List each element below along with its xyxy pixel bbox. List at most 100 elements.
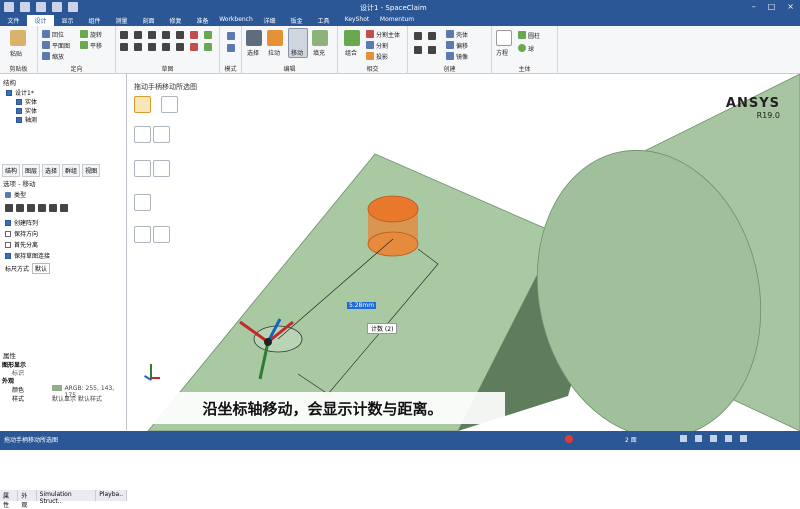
up-to-tool-icon[interactable] [134, 194, 151, 211]
orient-plan[interactable]: 平面图 [52, 41, 70, 50]
plane-icon[interactable] [414, 32, 422, 40]
home-icon[interactable] [42, 30, 50, 38]
menu-measure[interactable]: 测量 [108, 15, 135, 26]
paste-label[interactable]: 粘贴 [10, 49, 22, 58]
move-handle-center[interactable] [264, 338, 272, 346]
select-component-icon[interactable] [161, 96, 178, 113]
option-detach-first[interactable]: 首先分离 [5, 240, 38, 249]
cylinder-bottom[interactable] [367, 231, 419, 257]
tree-item[interactable]: 实体 [6, 106, 37, 115]
menu-repair[interactable]: 修复 [162, 15, 189, 26]
fill-icon[interactable] [312, 30, 328, 46]
menu-facets[interactable]: 刻面 [135, 15, 162, 26]
snap-icon[interactable] [695, 435, 702, 442]
tab-appearance[interactable]: 外观 [18, 490, 37, 509]
tool-sphere[interactable]: 球 [528, 44, 534, 53]
menu-display[interactable]: 显示 [54, 15, 81, 26]
tab-selection[interactable]: 选择 [42, 164, 61, 177]
save-icon[interactable] [36, 2, 46, 12]
undo-icon[interactable] [52, 2, 62, 12]
combine-icon[interactable] [344, 30, 360, 46]
split-body-icon[interactable] [366, 30, 374, 38]
close-icon[interactable]: × [787, 2, 794, 11]
section-mode-icon[interactable] [227, 44, 235, 52]
zoom-icon[interactable] [42, 52, 50, 60]
arc-icon[interactable] [162, 31, 170, 39]
select-icon[interactable] [246, 30, 262, 46]
offset-curve-icon[interactable] [204, 31, 212, 39]
ruler-tool-icon[interactable] [134, 160, 151, 177]
cylinder-icon[interactable] [518, 31, 526, 39]
tool-move[interactable]: 移动 [291, 48, 303, 57]
error-icon[interactable] [565, 435, 573, 443]
tool-mirror[interactable]: 镜像 [456, 52, 468, 61]
tab-layers[interactable]: 图层 [22, 164, 41, 177]
tool-pull[interactable]: 拉动 [268, 48, 280, 57]
paste-icon[interactable] [10, 30, 26, 46]
tab-properties[interactable]: 属性 [0, 490, 19, 509]
tree-item[interactable]: 实体 [6, 97, 37, 106]
move-direction-icon[interactable] [134, 126, 151, 143]
minimize-icon[interactable]: – [752, 2, 756, 11]
tool-split-body[interactable]: 分割主体 [376, 30, 400, 39]
menu-detail[interactable]: 详细 [256, 15, 283, 26]
offset-icon[interactable] [446, 41, 454, 49]
tab-groups[interactable]: 群组 [62, 164, 81, 177]
direction-icon[interactable] [27, 204, 35, 212]
trim-icon[interactable] [190, 31, 198, 39]
checkbox[interactable] [6, 89, 12, 96]
tool-offset[interactable]: 偏移 [456, 41, 468, 50]
point-icon[interactable] [176, 43, 184, 51]
orient-zoom[interactable]: 缩放 [52, 52, 64, 61]
tab-simulation[interactable]: Simulation Struct.. [37, 490, 97, 505]
spline-icon[interactable] [176, 31, 184, 39]
menu-workbench[interactable]: Workbench [216, 15, 256, 26]
tool-split[interactable]: 分割 [376, 41, 388, 50]
model-canvas[interactable] [128, 74, 800, 431]
sphere-icon[interactable] [518, 44, 526, 52]
pull-icon[interactable] [267, 30, 283, 46]
tree-item[interactable]: 轴测 [6, 115, 37, 124]
checkbox[interactable] [16, 107, 22, 114]
option-keep-orientation[interactable]: 保持方向 [5, 229, 38, 238]
menu-file[interactable]: 文件 [0, 15, 27, 26]
redo-icon[interactable] [68, 2, 78, 12]
complete-icon[interactable] [134, 226, 151, 243]
tool-select[interactable]: 选择 [247, 48, 259, 57]
grid-icon[interactable] [710, 435, 717, 442]
ruler-select[interactable]: 默认 [32, 263, 51, 274]
menu-momentum[interactable]: Momentum [377, 15, 417, 26]
anchor-tool-icon[interactable] [153, 126, 170, 143]
point-create-icon[interactable] [428, 32, 436, 40]
equation-icon[interactable] [496, 30, 512, 46]
split-icon[interactable] [366, 41, 374, 49]
new-icon[interactable] [20, 2, 30, 12]
dimension-icon[interactable] [5, 204, 13, 212]
pivot-tool-icon[interactable] [153, 160, 170, 177]
menu-design[interactable]: 设计 [27, 15, 54, 26]
menu-keyshot[interactable]: KeyShot [337, 15, 377, 26]
rotate-icon[interactable] [80, 30, 88, 38]
shell-icon[interactable] [446, 30, 454, 38]
ellipse-icon[interactable] [148, 43, 156, 51]
anchor-icon[interactable] [16, 204, 24, 212]
corner-icon[interactable] [190, 43, 198, 51]
view-icon[interactable] [680, 435, 687, 442]
option-create-pattern[interactable]: 创建阵列 [5, 218, 38, 227]
menu-sheetmetal[interactable]: 钣金 [283, 15, 310, 26]
tool-project[interactable]: 投影 [376, 52, 388, 61]
axis-icon[interactable] [414, 46, 422, 54]
up-to-icon[interactable] [49, 204, 57, 212]
tool-combine[interactable]: 组合 [345, 48, 357, 57]
color-swatch[interactable] [51, 385, 62, 391]
checkbox[interactable] [16, 116, 22, 123]
distance-input[interactable]: 5.28mm [347, 302, 377, 309]
tree-item[interactable]: 设计1* [6, 88, 37, 97]
tool-equation[interactable]: 方程 [496, 48, 508, 57]
line-icon[interactable] [120, 31, 128, 39]
polygon-icon[interactable] [134, 43, 142, 51]
tool-cylinder[interactable]: 圆柱 [528, 31, 540, 40]
cancel-tool-icon[interactable] [153, 226, 170, 243]
origin-icon[interactable] [428, 46, 436, 54]
orient-rotate[interactable]: 旋转 [90, 30, 102, 39]
